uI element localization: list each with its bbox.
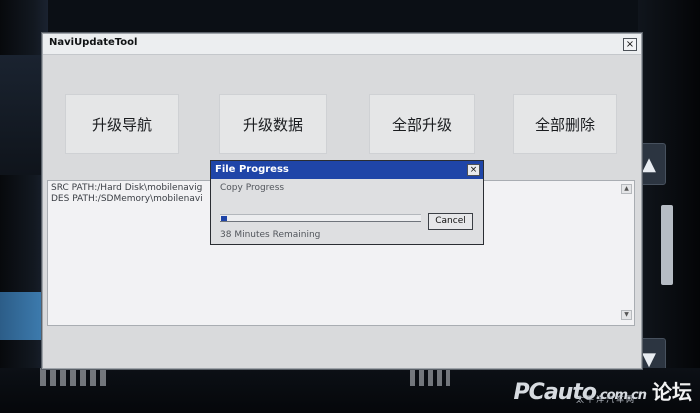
log-scrollbar[interactable]: ▲ ▼ [621, 184, 632, 320]
progress-bar-fill [221, 216, 227, 221]
background-menu-item [0, 55, 48, 175]
scroll-up-arrow-icon[interactable]: ▲ [621, 184, 632, 194]
src-path-line: SRC PATH:/Hard Disk\mobilenavig [51, 183, 203, 193]
cancel-button[interactable]: Cancel [428, 213, 473, 230]
watermark: PCauto.com.cn 论坛 太平洋汽车网 [514, 376, 692, 405]
window-title: NaviUpdateTool [49, 37, 138, 48]
dialog-title: File Progress [215, 164, 289, 175]
file-progress-dialog: File Progress × Copy Progress Cancel 38 … [210, 160, 484, 245]
background-label-blurred [40, 368, 110, 386]
progress-status-label: Copy Progress [220, 183, 285, 193]
upgrade-all-button[interactable]: 全部升级 [369, 94, 475, 154]
time-remaining-label: 38 Minutes Remaining [220, 230, 321, 240]
window-titlebar[interactable]: NaviUpdateTool × [43, 34, 641, 55]
dialog-close-button[interactable]: × [467, 164, 480, 176]
upgrade-navigation-button[interactable]: 升级导航 [65, 94, 179, 154]
scrollbar-thumb[interactable] [661, 205, 673, 285]
triangle-up-icon: ▲ [642, 153, 656, 175]
window-close-button[interactable]: × [623, 38, 637, 51]
dialog-titlebar[interactable]: File Progress × [211, 161, 483, 179]
close-icon: × [469, 165, 478, 175]
scroll-down-arrow-icon[interactable]: ▼ [621, 310, 632, 320]
upgrade-data-button[interactable]: 升级数据 [219, 94, 327, 154]
background-label-blurred [410, 368, 450, 386]
background-menu-item-selected [0, 292, 48, 340]
watermark-subtitle: 太平洋汽车网 [576, 395, 636, 404]
triangle-down-icon: ▼ [642, 348, 656, 370]
forum-label: 论坛 [652, 380, 692, 404]
delete-all-button[interactable]: 全部删除 [513, 94, 617, 154]
progress-bar [220, 214, 421, 222]
close-icon: × [625, 39, 635, 50]
des-path-line: DES PATH:/SDMemory\mobilenavi [51, 194, 203, 204]
